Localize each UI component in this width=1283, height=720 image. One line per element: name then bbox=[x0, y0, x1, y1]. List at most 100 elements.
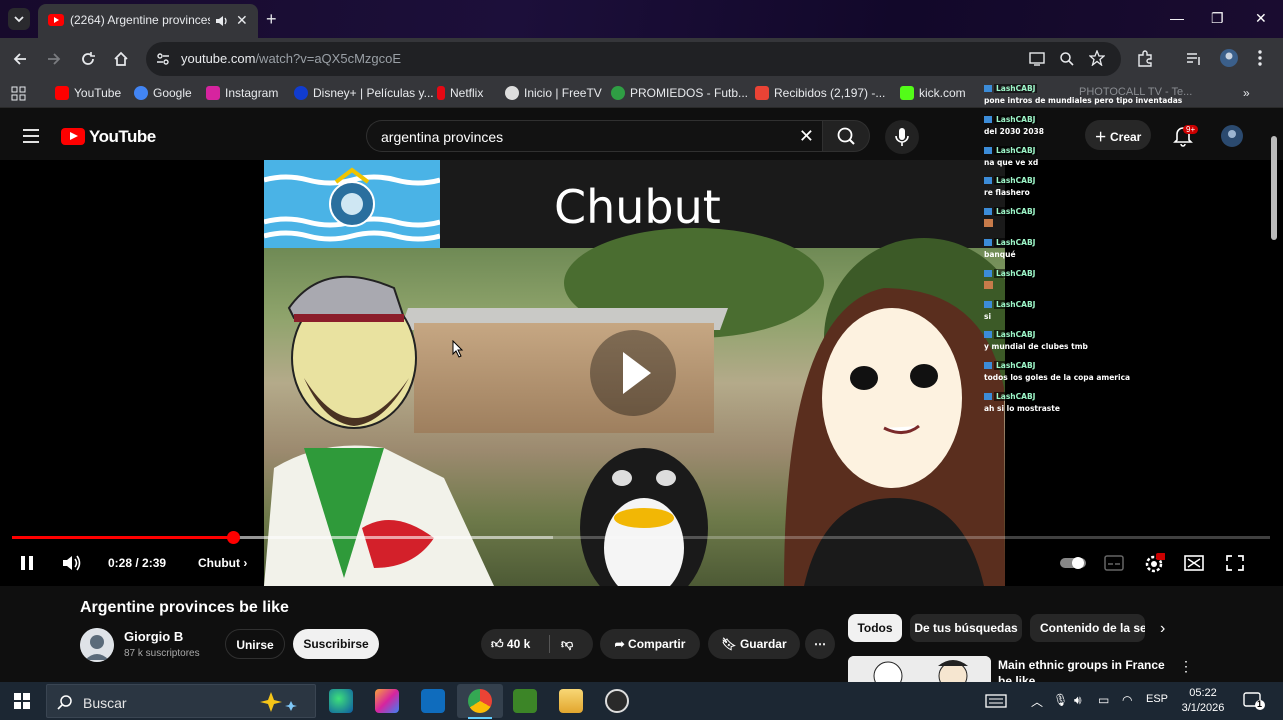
chat-username: LashCABJ bbox=[984, 84, 1038, 93]
minimize-icon[interactable]: — bbox=[1170, 10, 1184, 26]
speaker-tray-icon[interactable]: 🔊︎ bbox=[1074, 693, 1082, 708]
chat-message: ah si lo mostraste bbox=[984, 404, 1060, 413]
bookmark-google[interactable]: Google bbox=[134, 86, 192, 100]
chat-username: LashCABJ bbox=[984, 114, 1038, 124]
restore-icon[interactable]: ❐ bbox=[1211, 10, 1224, 27]
save-button[interactable]: 🔖︎ Guardar bbox=[708, 629, 800, 659]
profile-avatar[interactable] bbox=[1219, 48, 1239, 68]
bookmark-gmail[interactable]: Recibidos (2,197) -... bbox=[755, 86, 885, 100]
more-actions-button[interactable]: ⋯ bbox=[805, 629, 835, 659]
taskbar-search-box[interactable]: Buscar bbox=[46, 684, 316, 718]
bookmark-disney[interactable]: Disney+ | Películas y... bbox=[294, 86, 434, 100]
play-overlay-button[interactable] bbox=[590, 330, 676, 416]
like-button[interactable]: 👍︎ 40 k bbox=[491, 637, 530, 651]
extensions-icon[interactable] bbox=[1136, 50, 1154, 68]
new-tab-button[interactable]: + bbox=[266, 9, 277, 30]
hamburger-menu-icon[interactable] bbox=[22, 128, 40, 144]
subtitles-icon[interactable] bbox=[1104, 555, 1124, 571]
chat-message: pone intros de mundiales pero tipo inven… bbox=[984, 96, 1183, 105]
bookmark-kick[interactable]: kick.com bbox=[900, 86, 966, 100]
chat-message: re flashero bbox=[984, 188, 1030, 198]
chrome-icon[interactable] bbox=[468, 689, 492, 713]
copilot-icon[interactable] bbox=[375, 689, 399, 713]
search-button[interactable] bbox=[822, 120, 870, 152]
bookmark-freetv[interactable]: Inicio | FreeTV bbox=[505, 86, 602, 100]
media-control-icon[interactable] bbox=[1186, 51, 1202, 67]
subscribe-button[interactable]: Suscribirse bbox=[293, 629, 379, 659]
bookmark-youtube[interactable]: YouTube bbox=[55, 86, 121, 100]
bookmark-promiedos[interactable]: PROMIEDOS - Futb... bbox=[611, 86, 748, 100]
join-button[interactable]: Unirse bbox=[225, 629, 285, 659]
battery-icon[interactable]: ▭ bbox=[1098, 693, 1109, 707]
apps-grid-icon[interactable] bbox=[11, 86, 26, 101]
taskbar-clock[interactable]: 05:22 3/1/2026 bbox=[1175, 686, 1231, 716]
bookmark-netflix[interactable]: Netflix bbox=[437, 86, 483, 100]
chip-de-tus-busquedas[interactable]: De tus búsquedas bbox=[910, 614, 1022, 642]
fullscreen-icon[interactable] bbox=[1226, 555, 1244, 571]
dislike-button[interactable]: 👎︎ bbox=[561, 637, 573, 652]
browser-tab-youtube[interactable]: (2264) Argentine provinces ✕ bbox=[38, 4, 258, 38]
chapter-button[interactable]: Chubut › bbox=[198, 556, 247, 570]
bookmark-star-icon[interactable] bbox=[1089, 50, 1105, 66]
microphone-tray-icon[interactable]: 🎙︎ bbox=[1053, 693, 1068, 707]
voice-search-button[interactable] bbox=[885, 120, 919, 154]
chat-message: del 2030 2038 bbox=[984, 126, 1044, 136]
search-input[interactable]: argentina provinces ✕ bbox=[366, 120, 822, 152]
minecraft-icon[interactable] bbox=[513, 689, 537, 713]
channel-name[interactable]: Giorgio B bbox=[124, 629, 183, 644]
tray-overflow-icon[interactable]: ︿ bbox=[1031, 693, 1043, 710]
channel-avatar[interactable] bbox=[80, 628, 114, 662]
site-settings-icon[interactable] bbox=[156, 52, 170, 66]
chat-emote bbox=[984, 280, 993, 291]
speaker-icon[interactable] bbox=[214, 14, 228, 28]
scrubber-handle[interactable] bbox=[227, 531, 241, 544]
miniplayer-icon[interactable] bbox=[1184, 555, 1204, 571]
zoom-icon[interactable] bbox=[1059, 51, 1075, 67]
settings-gear-icon[interactable] bbox=[1143, 553, 1165, 575]
search-icon bbox=[837, 127, 855, 145]
chip-contenido[interactable]: Contenido de la ser bbox=[1030, 614, 1145, 642]
video-progress-bar[interactable] bbox=[12, 531, 1270, 544]
chip-todos[interactable]: Todos bbox=[848, 614, 902, 642]
autoplay-toggle[interactable] bbox=[1060, 556, 1088, 570]
windows-start-icon[interactable] bbox=[14, 693, 30, 709]
home-icon[interactable] bbox=[113, 51, 129, 67]
close-tab-icon[interactable]: ✕ bbox=[236, 12, 248, 29]
tab-search-button[interactable] bbox=[8, 8, 30, 30]
mouse-cursor-icon bbox=[452, 340, 464, 358]
back-icon[interactable] bbox=[12, 51, 28, 67]
close-window-icon[interactable]: ✕ bbox=[1255, 10, 1267, 27]
chat-badge-icon bbox=[984, 331, 992, 339]
recommended-menu-icon[interactable]: ⋮ bbox=[1179, 658, 1193, 675]
wifi-icon[interactable]: ◠ bbox=[1122, 693, 1132, 707]
more-bookmarks-icon[interactable]: » bbox=[1243, 86, 1250, 100]
bookmark-instagram[interactable]: Instagram bbox=[206, 86, 278, 100]
keyboard-icon[interactable] bbox=[985, 693, 1007, 709]
played-bar bbox=[12, 536, 234, 539]
address-bar[interactable]: youtube.com/watch?v=aQX5cMzgcoE bbox=[146, 42, 1121, 76]
youtube-logo-text[interactable]: YouTube bbox=[89, 127, 156, 147]
youtube-logo-icon[interactable] bbox=[61, 128, 85, 145]
browser-menu-icon[interactable] bbox=[1257, 49, 1263, 67]
clear-search-icon[interactable]: ✕ bbox=[799, 126, 814, 147]
page-scrollbar[interactable] bbox=[1271, 136, 1277, 240]
active-indicator bbox=[468, 717, 492, 719]
file-explorer-icon[interactable] bbox=[559, 689, 583, 713]
youtube-favicon-icon bbox=[48, 14, 64, 26]
chat-badge-icon bbox=[984, 300, 992, 308]
language-indicator[interactable]: ESP bbox=[1146, 693, 1168, 705]
account-avatar[interactable] bbox=[1220, 124, 1244, 148]
install-app-icon[interactable] bbox=[1029, 51, 1045, 67]
chat-message: si bbox=[984, 311, 992, 321]
share-button[interactable]: ➦ Compartir bbox=[600, 629, 700, 659]
forward-icon[interactable] bbox=[46, 51, 62, 67]
chips-next-icon[interactable]: › bbox=[1160, 620, 1165, 638]
recommended-thumbnail[interactable] bbox=[848, 656, 991, 682]
obs-icon[interactable] bbox=[605, 689, 629, 713]
volume-icon[interactable] bbox=[61, 553, 83, 573]
outlook-icon[interactable] bbox=[421, 689, 445, 713]
pause-icon[interactable] bbox=[19, 555, 35, 571]
reload-icon[interactable] bbox=[80, 51, 96, 67]
edge-icon[interactable] bbox=[329, 689, 353, 713]
subscriber-count: 87 k suscriptores bbox=[124, 648, 200, 659]
